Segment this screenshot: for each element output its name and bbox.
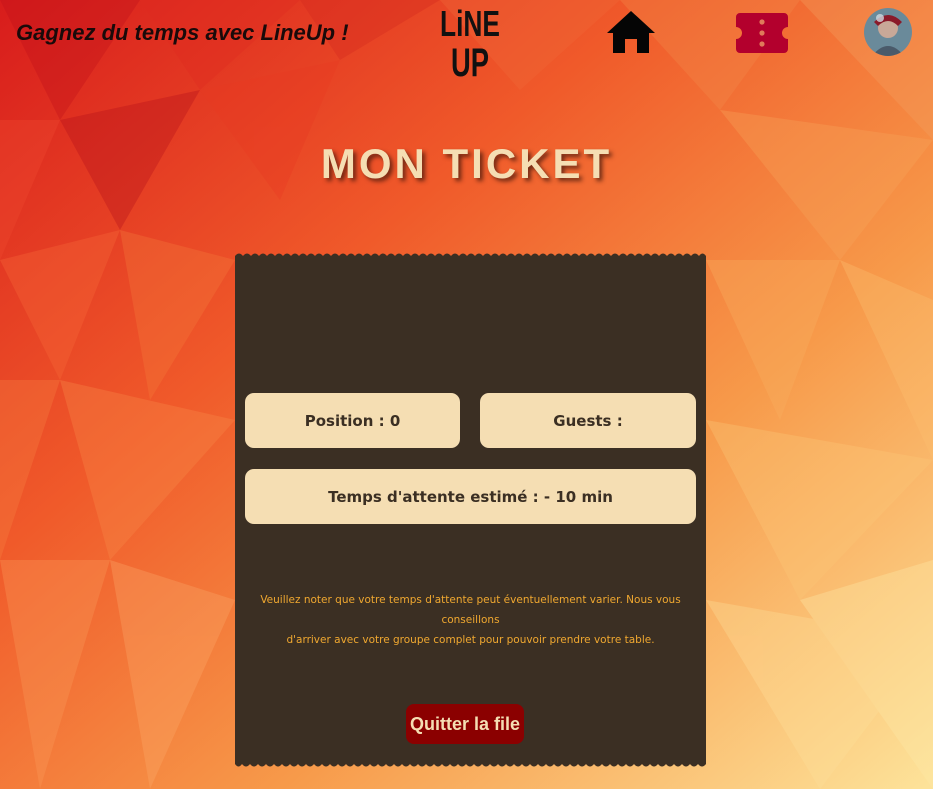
notice-line-2: d'arriver avec votre groupe complet pour… [286,634,655,646]
guests-box: Guests : [480,393,696,448]
lineup-logo[interactable]: LiNE UP [438,0,502,80]
wait-time-label: Temps d'attente estimé : - 10 min [328,487,613,506]
logo-text-top: LiNE [440,3,500,44]
page-title: MON TICKET [320,140,613,187]
wait-time-box: Temps d'attente estimé : - 10 min [245,469,696,524]
quit-queue-button[interactable]: Quitter la file [406,704,524,744]
guests-label: Guests : [553,411,623,430]
position-box: Position : 0 [245,393,460,448]
notice-line-1: Veuillez noter que votre temps d'attente… [260,594,681,626]
avatar[interactable] [864,8,912,56]
ticket-icon[interactable] [736,13,788,53]
tagline: Gagnez du temps avec LineUp ! [16,20,349,45]
position-label: Position : 0 [304,411,401,430]
ticket-card: Position : 0 Guests : Temps d'attente es… [235,252,706,768]
top-navbar: Gagnez du temps avec LineUp ! LiNE UP [0,0,933,80]
wait-notice: Veuillez noter que votre temps d'attente… [241,590,700,650]
home-icon[interactable] [605,9,657,55]
logo-text-bottom: UP [451,41,489,80]
